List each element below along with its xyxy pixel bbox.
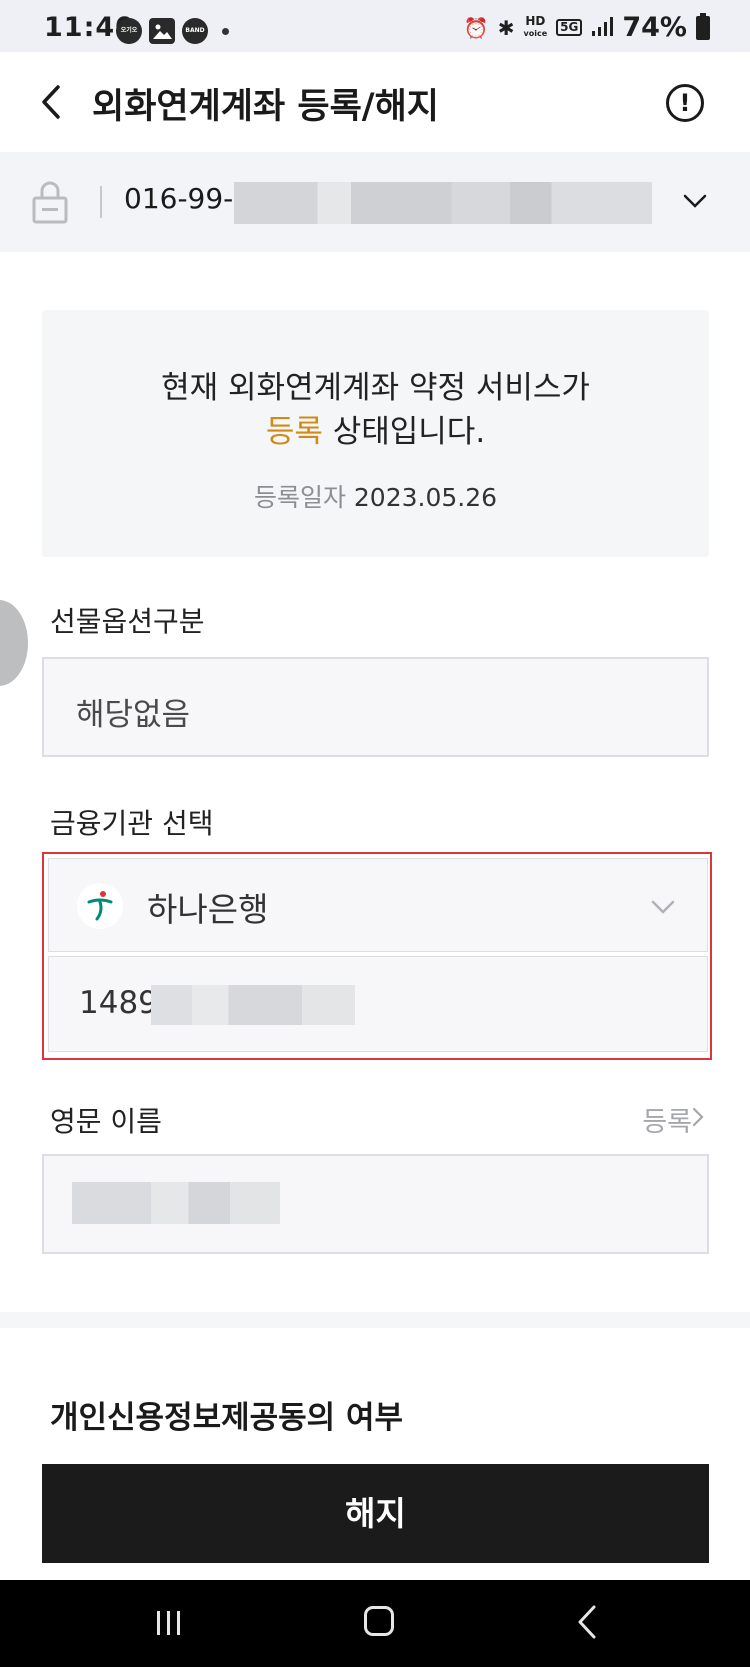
masked-account-number — [234, 182, 652, 224]
chevron-down-icon — [651, 900, 675, 914]
hana-bank-logo-icon — [77, 883, 123, 929]
5g-icon: 5G — [556, 19, 583, 36]
app-header: 외화연계계좌 등록/해지 ! — [0, 52, 750, 152]
account-number: 016-99-( — [124, 182, 245, 215]
page-title: 외화연계계좌 등록/해지 — [92, 87, 439, 127]
status-message-state: 등록 상태입니다. — [265, 414, 486, 450]
info-button[interactable]: ! — [666, 84, 704, 122]
back-button[interactable] — [32, 82, 72, 122]
chevron-left-icon — [42, 85, 60, 119]
battery-percent: 74% — [622, 12, 687, 43]
system-nav-bar — [0, 1580, 750, 1667]
futures-option-value: 해당없음 — [76, 697, 191, 733]
service-status-card: 현재 외화연계계좌 약정 서비스가 등록 상태입니다. 등록일자 2023.05… — [42, 310, 709, 557]
chevron-down-icon — [683, 194, 707, 208]
more-notifications-dot — [222, 28, 229, 35]
masked-english-name — [72, 1182, 280, 1224]
status-message: 현재 외화연계계좌 약정 서비스가 — [161, 370, 590, 406]
consent-section-title: 개인신용정보제공동의 여부 — [50, 1400, 404, 1436]
futures-option-label: 선물옵션구분 — [50, 605, 205, 638]
battery-icon — [696, 12, 710, 40]
english-name-label: 영문 이름 — [50, 1105, 162, 1138]
hd-voice-icon: HD voice — [523, 14, 548, 38]
bank-name: 하나은행 — [147, 890, 269, 929]
chevron-right-icon — [692, 1107, 704, 1127]
band-notification-icon: BAND — [182, 18, 208, 44]
bluetooth-icon: ✱ — [497, 15, 515, 40]
registration-date: 등록일자 2023.05.26 — [253, 483, 498, 512]
status-accent: 등록 — [265, 414, 323, 450]
alarm-icon: ⏰ — [463, 15, 489, 40]
home-icon[interactable] — [364, 1606, 394, 1636]
register-name-link[interactable]: 등록 — [642, 1100, 692, 1139]
signal-icon — [591, 15, 614, 41]
floating-handle[interactable] — [0, 600, 28, 686]
bank-account-number: 1489 — [79, 985, 158, 1021]
cancel-button[interactable]: 해지 — [42, 1464, 709, 1563]
recent-apps-icon[interactable] — [155, 1610, 183, 1636]
futures-option-field: 해당없음 — [42, 657, 709, 757]
notification-app-icon: 오기오 — [116, 18, 142, 44]
masked-bank-account — [151, 985, 355, 1025]
bank-dropdown[interactable]: 하나은행 — [48, 858, 708, 952]
section-divider — [0, 1312, 750, 1328]
status-bar: 11:40 오기오 BAND ⏰ ✱ HD voice 5G 74% — [0, 0, 750, 52]
bank-select-group: 하나은행 1489 — [42, 852, 712, 1060]
english-name-field[interactable] — [42, 1154, 709, 1254]
divider — [100, 186, 102, 218]
info-icon: ! — [679, 89, 691, 117]
bank-account-field[interactable]: 1489 — [48, 956, 708, 1052]
gallery-icon — [149, 18, 175, 44]
back-nav-icon[interactable] — [576, 1604, 598, 1640]
status-icons: ⏰ ✱ HD voice 5G 74% — [464, 12, 710, 43]
account-selector[interactable]: 016-99-( — [0, 152, 750, 252]
lock-icon — [32, 181, 68, 224]
bank-select-label: 금융기관 선택 — [50, 807, 214, 840]
